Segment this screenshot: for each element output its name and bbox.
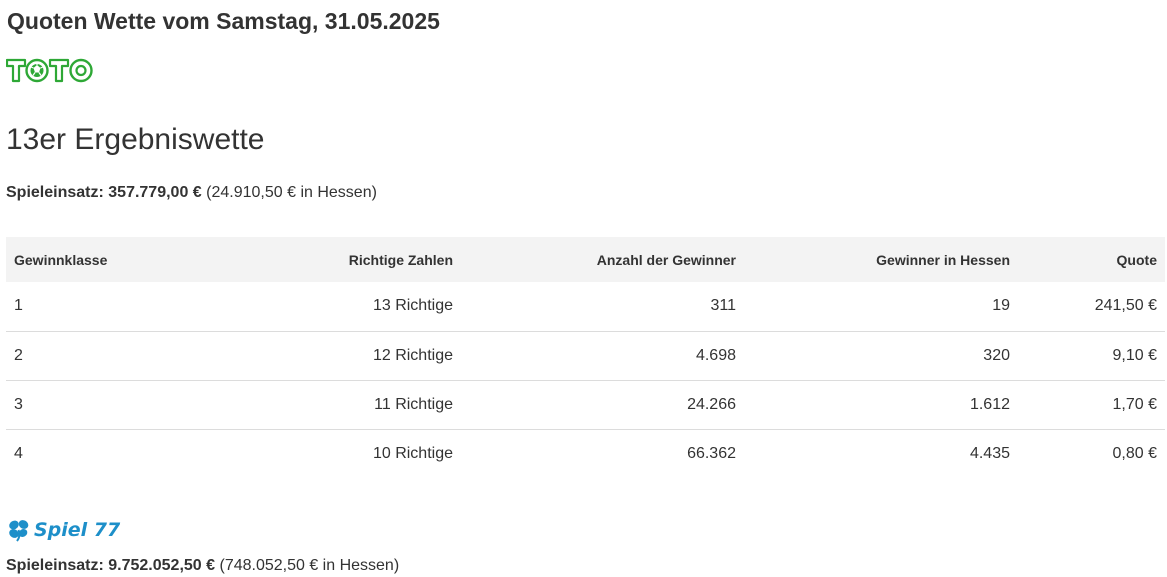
cell-richtige: 12 Richtige: [186, 330, 461, 380]
header-anzahl-gewinner: Anzahl der Gewinner: [596, 251, 736, 268]
cell-hessen: 19: [992, 297, 1010, 315]
table-row: 1 13 Richtige 311 19 241,50 €: [6, 282, 1165, 331]
toto-logo-graphic: [6, 58, 93, 83]
stake-hessen: (748.052,50 € in Hessen): [219, 557, 400, 574]
stake-amount: 357.779,00 €: [108, 184, 202, 201]
cell-gewinnklasse: 3: [6, 379, 186, 429]
stake-amount: 9.752.052,50 €: [108, 557, 216, 574]
page: Quoten Wette vom Samstag, 31.05.2025 13e…: [0, 0, 1167, 577]
cell-gewinnklasse: 2: [6, 330, 186, 380]
stake-label: Spieleinsatz:: [6, 557, 104, 574]
cell-quote: 1,70 €: [1018, 379, 1165, 429]
cell-gewinnklasse: 4: [6, 428, 186, 478]
header-gewinner-hessen: Gewinner in Hessen: [876, 251, 1010, 268]
header-gewinnklasse: Gewinnklasse: [14, 251, 108, 268]
page-title: Quoten Wette vom Samstag, 31.05.2025: [7, 8, 440, 34]
cell-richtige: 11 Richtige: [186, 379, 461, 429]
cell-anzahl: 4.698: [461, 330, 744, 380]
header-richtige-zahlen: Richtige Zahlen: [348, 251, 453, 268]
stake-hessen: (24.910,50 € in Hessen): [206, 184, 377, 201]
cell-quote: 241,50 €: [1094, 297, 1157, 315]
cell-anzahl: 66.362: [461, 428, 744, 478]
cell-hessen: 320: [744, 330, 1018, 380]
clover-icon: [9, 520, 29, 542]
soccer-ball-icon: [25, 58, 49, 83]
cell-richtige: 10 Richtige: [186, 428, 461, 478]
quotes-table: Gewinnklasse Richtige Zahlen Anzahl der …: [6, 237, 1165, 478]
toto-logo: [6, 57, 94, 83]
cell-anzahl: 311: [710, 297, 736, 315]
table-row: 2 12 Richtige 4.698 320 9,10 €: [6, 330, 1165, 380]
table-row: 3 11 Richtige 24.266 1.612 1,70 €: [6, 379, 1165, 429]
cell-quote: 0,80 €: [1018, 428, 1165, 478]
spiel77-logo: Spiel 77: [6, 517, 120, 543]
cell-gewinnklasse: 1: [14, 297, 23, 315]
stake-spiel77: Spieleinsatz: 9.752.052,50 € (748.052,50…: [6, 556, 399, 576]
header-quote: Quote: [1116, 251, 1157, 268]
cell-anzahl: 24.266: [461, 379, 744, 429]
table-row: 4 10 Richtige 66.362 4.435 0,80 €: [6, 428, 1165, 478]
stake-label: Spieleinsatz:: [6, 184, 104, 201]
cell-richtige: 13 Richtige: [372, 297, 453, 315]
cell-quote: 9,10 €: [1018, 330, 1165, 380]
cell-hessen: 4.435: [744, 428, 1018, 478]
table-header-row: Gewinnklasse Richtige Zahlen Anzahl der …: [6, 237, 1165, 282]
cell-hessen: 1.612: [744, 379, 1018, 429]
stake-toto: Spieleinsatz: 357.779,00 € (24.910,50 € …: [6, 183, 377, 203]
spiel77-logo-text: Spiel 77: [34, 519, 121, 541]
section-title: 13er Ergebniswette: [6, 123, 265, 156]
